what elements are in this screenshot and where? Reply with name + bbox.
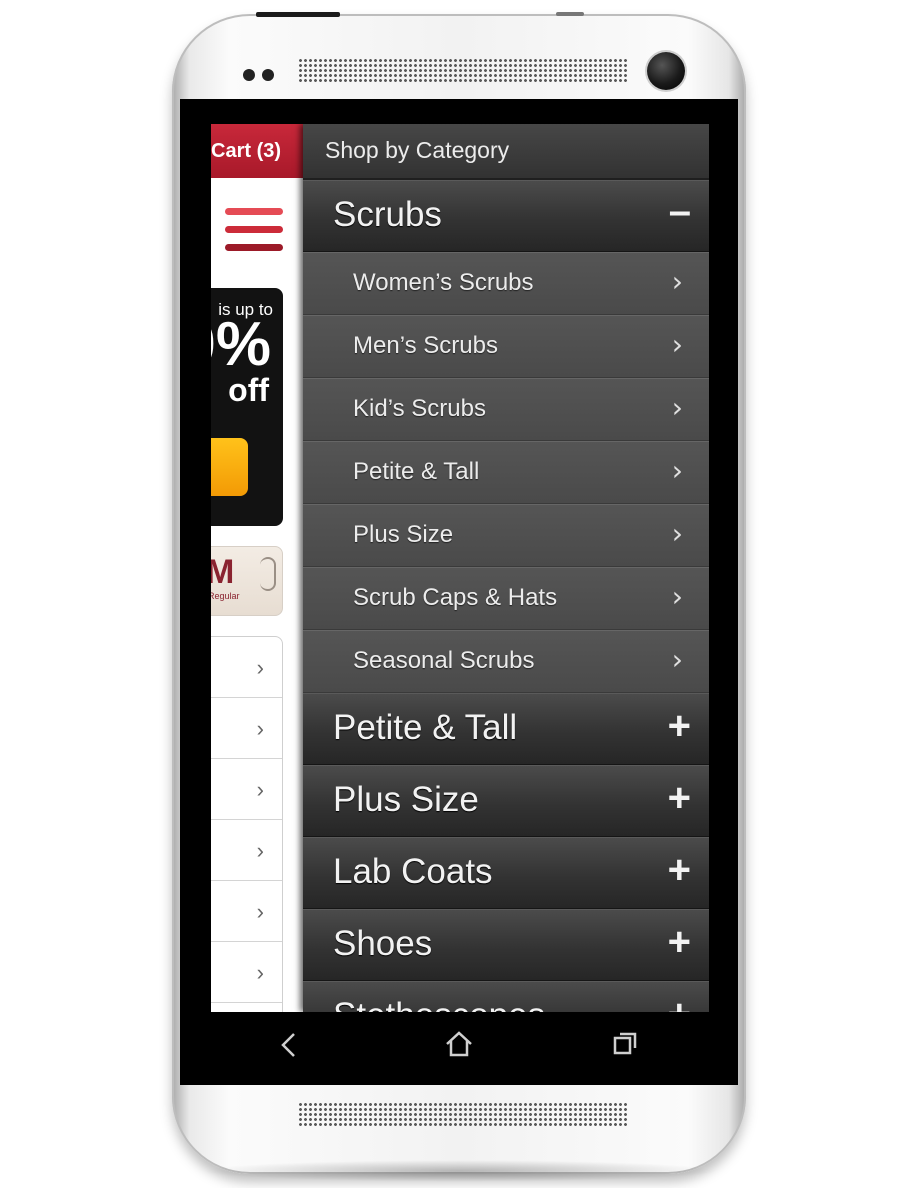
size-tag-image[interactable]: M Regular <box>211 546 283 616</box>
list-item[interactable]: › <box>211 942 282 1003</box>
light-sensor <box>262 69 274 81</box>
subcategory-label: Plus Size <box>353 521 454 548</box>
subcategory-mens-scrubs[interactable]: Men’s Scrubs › <box>303 315 709 378</box>
earpiece-speaker <box>298 58 628 84</box>
list-item[interactable]: › <box>211 881 282 942</box>
subcategory-label: Scrub Caps & Hats <box>353 584 558 611</box>
home-icon[interactable] <box>436 1022 482 1068</box>
list-item[interactable]: › <box>211 637 282 698</box>
category-label: Petite & Tall <box>333 708 518 747</box>
category-label: Lab Coats <box>333 852 493 891</box>
category-label: Scrubs <box>333 195 442 234</box>
subcategory-label: Petite & Tall <box>353 458 480 485</box>
subcategory-kids-scrubs[interactable]: Kid’s Scrubs › <box>303 378 709 441</box>
front-camera <box>647 52 685 90</box>
subcategory-label: Men’s Scrubs <box>353 332 498 359</box>
category-label: Stethoscopes <box>333 996 545 1012</box>
proximity-sensor <box>243 69 255 81</box>
chevron-right-icon: › <box>256 899 264 924</box>
category-petite-tall[interactable]: Petite & Tall + <box>303 693 709 765</box>
category-lab-coats[interactable]: Lab Coats + <box>303 837 709 909</box>
drawer-title: Shop by Category <box>303 124 709 180</box>
promo-shop-button[interactable] <box>211 438 248 496</box>
subcategory-label: Seasonal Scrubs <box>353 647 535 674</box>
collapse-icon[interactable]: – <box>669 191 691 231</box>
app-screen: Cart (3) is up to 0% off M Regular › › ›… <box>211 124 709 1012</box>
promo-banner[interactable]: is up to 0% off <box>211 288 283 526</box>
chevron-right-icon: › <box>256 716 264 741</box>
chevron-right-icon: › <box>671 454 683 487</box>
expand-icon[interactable]: + <box>668 778 691 818</box>
phone-top-accent <box>556 12 584 16</box>
promo-off-text: off <box>228 372 269 408</box>
expand-icon[interactable]: + <box>668 706 691 746</box>
chevron-right-icon: › <box>671 328 683 361</box>
subcategory-scrub-caps-hats[interactable]: Scrub Caps & Hats › <box>303 567 709 630</box>
subcategory-seasonal-scrubs[interactable]: Seasonal Scrubs › <box>303 630 709 693</box>
chevron-right-icon: › <box>671 517 683 550</box>
subcategory-petite-tall[interactable]: Petite & Tall › <box>303 441 709 504</box>
size-tag-letter: M <box>211 553 234 592</box>
list-item[interactable]: › <box>211 698 282 759</box>
expand-icon[interactable]: + <box>668 850 691 890</box>
subcategory-womens-scrubs[interactable]: Women’s Scrubs › <box>303 252 709 315</box>
chevron-right-icon: › <box>256 960 264 985</box>
hamburger-menu-icon[interactable] <box>225 208 283 260</box>
category-drawer: Shop by Category Scrubs – Women’s Scrubs… <box>303 124 709 1012</box>
phone-top-button <box>256 12 340 17</box>
subcategory-label: Women’s Scrubs <box>353 269 534 296</box>
recent-apps-icon[interactable] <box>602 1022 648 1068</box>
list-item[interactable]: › <box>211 759 282 820</box>
category-scrubs[interactable]: Scrubs – <box>303 180 709 252</box>
expand-icon[interactable]: + <box>668 922 691 962</box>
chevron-right-icon: › <box>671 580 683 613</box>
list-item[interactable]: › <box>211 820 282 881</box>
bottom-speaker <box>298 1102 628 1128</box>
chevron-right-icon: › <box>671 265 683 298</box>
category-label: Plus Size <box>333 780 479 819</box>
chevron-right-icon: › <box>256 838 264 863</box>
promo-percent: 0% <box>211 310 271 379</box>
chevron-right-icon: › <box>256 777 264 802</box>
cart-button[interactable]: Cart (3) <box>211 124 303 178</box>
subcategory-plus-size[interactable]: Plus Size › <box>303 504 709 567</box>
subcategory-label: Kid’s Scrubs <box>353 395 486 422</box>
category-shoes[interactable]: Shoes + <box>303 909 709 981</box>
chevron-right-icon: › <box>256 655 264 680</box>
category-list-panel: › › › › › › <box>211 636 283 1012</box>
category-stethoscopes[interactable]: Stethoscopes + <box>303 981 709 1012</box>
tag-string-icon <box>260 557 276 591</box>
category-plus-size[interactable]: Plus Size + <box>303 765 709 837</box>
phone-shadow <box>200 1160 720 1182</box>
expand-icon[interactable]: + <box>668 994 691 1012</box>
chevron-right-icon: › <box>671 643 683 676</box>
main-page: Cart (3) is up to 0% off M Regular › › ›… <box>211 124 303 1012</box>
size-tag-fit: Regular <box>211 591 240 601</box>
back-icon[interactable] <box>266 1022 312 1068</box>
chevron-right-icon: › <box>671 391 683 424</box>
category-label: Shoes <box>333 924 433 963</box>
